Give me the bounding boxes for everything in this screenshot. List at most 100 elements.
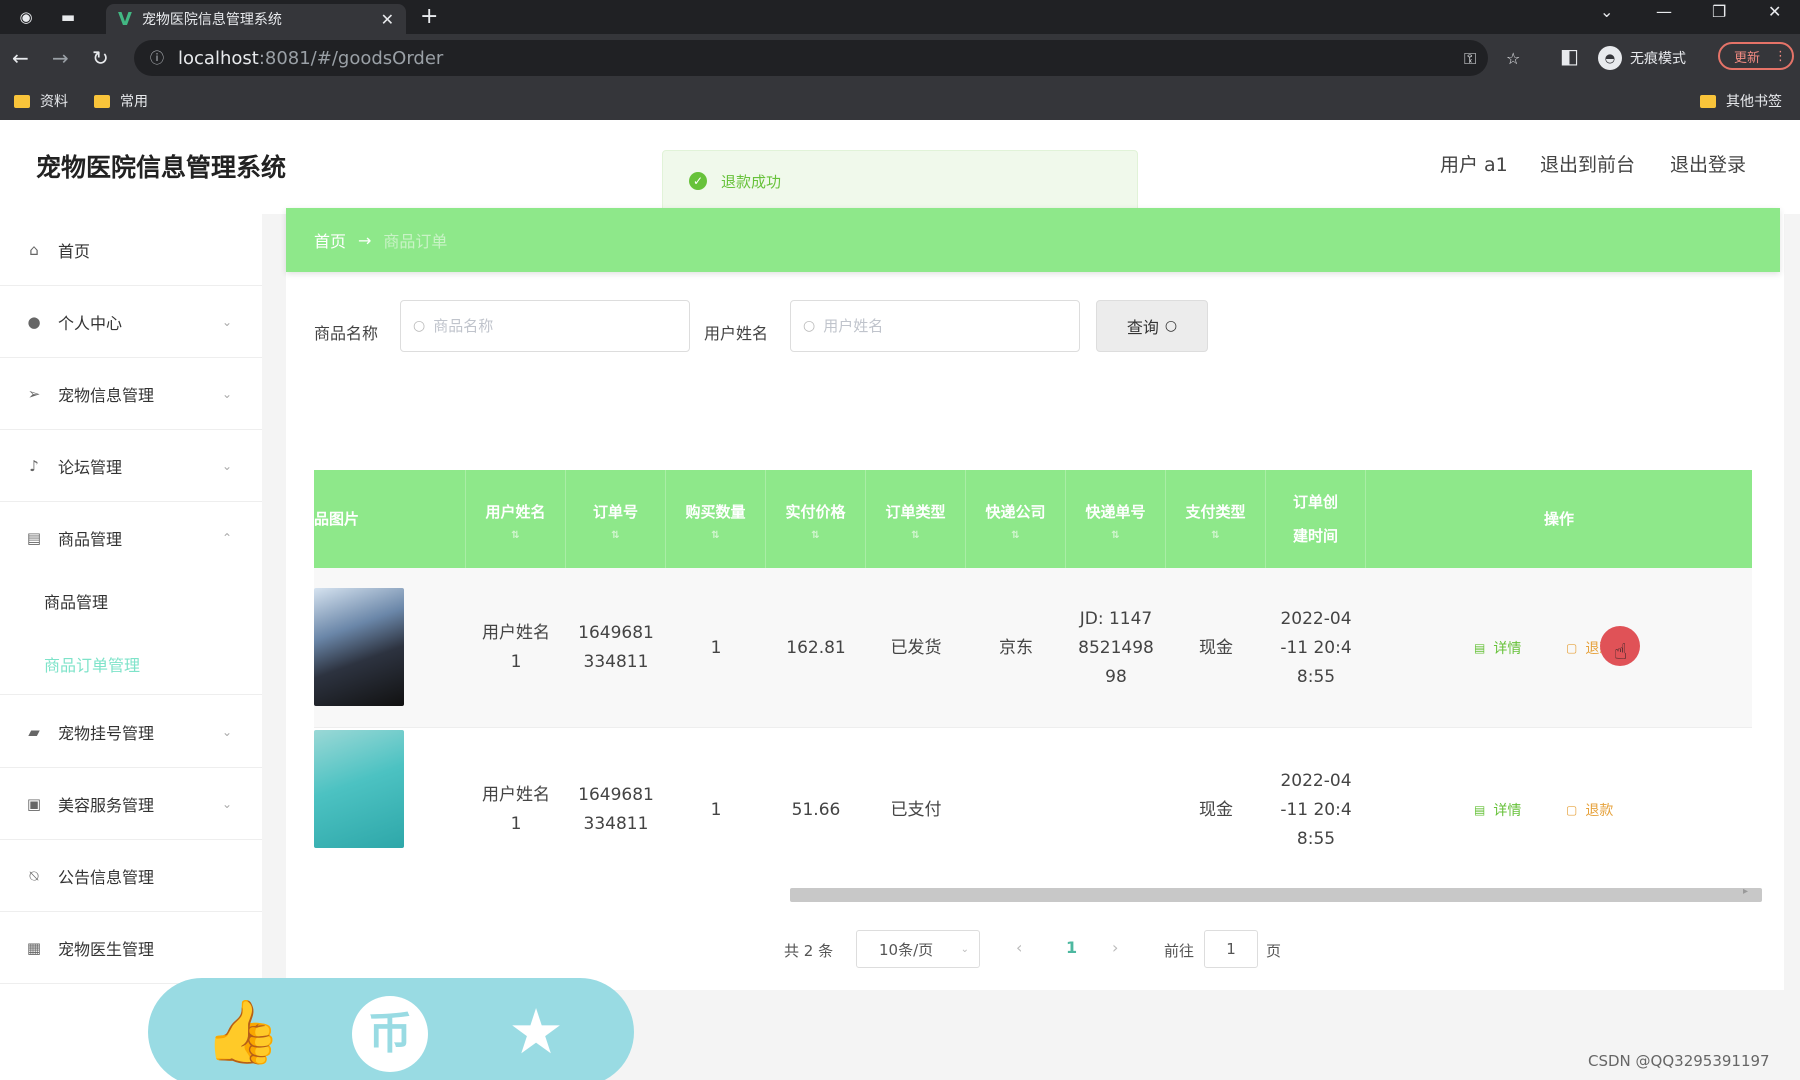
thumbs-up-icon[interactable]: 👍 (204, 996, 281, 1068)
sidebar-toggle-icon[interactable]: ◧ (1560, 44, 1579, 68)
scroll-right-icon[interactable]: ▸ (1743, 886, 1748, 897)
breadcrumb-home[interactable]: 首页 (314, 228, 346, 252)
col-goods-image[interactable]: 品图片 (314, 470, 466, 568)
submenu-goods-order[interactable]: 商品订单管理 (0, 633, 262, 695)
sort-icon: ⇅ (1211, 530, 1220, 541)
tab-close-icon[interactable]: ✕ (381, 10, 394, 29)
col-price[interactable]: 实付价格 ⇅ (766, 470, 866, 568)
cell-text: 8:55 (1296, 828, 1336, 849)
sidebar-item-forum[interactable]: ♪ 论坛管理 ⌄ (0, 430, 262, 502)
user-name-field[interactable]: ○ (790, 300, 1080, 352)
coin-icon[interactable]: 币 (352, 996, 428, 1072)
page-number-current[interactable]: 1 (1066, 938, 1077, 957)
address-bar[interactable]: ⓘ localhost :8081/#/goodsOrder ⚿ ☆ (134, 40, 1520, 76)
sidebar-item-notice[interactable]: ⍉ 公告信息管理 (0, 840, 262, 912)
cell-text: -11 20:4 (1280, 637, 1352, 658)
user-icon: ● (27, 312, 41, 331)
query-button[interactable]: 查询 ○ (1096, 300, 1208, 352)
page-size-select[interactable]: 10条/页 ⌄ (856, 930, 980, 968)
update-button[interactable]: 更新 ⋮ (1718, 42, 1794, 70)
sidebar-item-profile[interactable]: ● 个人中心 ⌄ (0, 286, 262, 358)
refund-button[interactable]: ▢ 退款 (1566, 800, 1613, 820)
detail-button[interactable]: ▤ 详情 (1474, 638, 1521, 658)
restore-icon[interactable]: ❐ (1712, 2, 1726, 21)
col-pay-type[interactable]: 支付类型 ⇅ (1166, 470, 1266, 568)
new-tab-icon[interactable]: + (420, 4, 438, 29)
bookmark-star-icon[interactable]: ☆ (1506, 49, 1520, 68)
sidebar-item-label: 首页 (58, 241, 91, 261)
goto-page-input[interactable]: 1 (1204, 930, 1258, 968)
col-user-name[interactable]: 用户姓名 ⇅ (466, 470, 566, 568)
col-order-type[interactable]: 订单类型 ⇅ (866, 470, 966, 568)
current-user-label: 用户 a1 (1440, 154, 1508, 176)
incognito-indicator[interactable]: ◓ 无痕模式 (1598, 46, 1686, 70)
sidebar-item-label: 论坛管理 (58, 457, 123, 477)
submenu-goods[interactable]: 商品管理 (0, 570, 262, 632)
kebab-menu-icon: ⋮ (1774, 48, 1788, 64)
bookmark-folder-1[interactable]: 资料 (14, 91, 68, 111)
sidebar-item-doctor[interactable]: ▦ 宠物医生管理 (0, 912, 262, 984)
success-toast: ✓ 退款成功 (662, 150, 1138, 212)
cell-text: 1 (510, 652, 522, 672)
cell-created-time: 2022-04 -11 20:4 8:55 (1266, 568, 1366, 728)
horizontal-scrollbar[interactable]: ▸ (314, 884, 1762, 902)
cell-text: 8:55 (1296, 666, 1336, 687)
cell-text: 334811 (583, 814, 649, 834)
cell-text: 1649681 (578, 785, 654, 805)
col-created-time[interactable]: 订单创建时间 (1266, 470, 1366, 568)
logout-link[interactable]: 退出登录 (1670, 150, 1746, 177)
sidebar-item-pet-info[interactable]: ➢ 宠物信息管理 ⌄ (0, 358, 262, 430)
prev-page-icon[interactable]: ‹ (1016, 938, 1022, 957)
column-label: 支付类型 (1185, 503, 1246, 521)
forward-icon[interactable]: → (52, 46, 69, 70)
col-courier[interactable]: 快递公司 ⇅ (966, 470, 1066, 568)
col-order-no[interactable]: 订单号 ⇅ (566, 470, 666, 568)
col-actions: 操作 (1366, 470, 1752, 568)
site-info-icon[interactable]: ⓘ (150, 48, 164, 68)
chevron-down-icon: ⌄ (221, 386, 232, 401)
back-to-front-link[interactable]: 退出到前台 (1540, 150, 1635, 177)
sidebar-item-home[interactable]: ⌂ 首页 (0, 214, 262, 286)
sidebar-item-label: 宠物信息管理 (58, 385, 155, 405)
back-icon[interactable]: ← (12, 46, 29, 70)
cell-tracking-no (1066, 730, 1166, 880)
key-icon[interactable]: ⚿ (1464, 49, 1476, 69)
browser-tab-active[interactable]: V 宠物医院信息管理系统 ✕ (106, 4, 406, 34)
cell-user-name: 用户姓名 1 (466, 568, 566, 728)
folder-icon (1700, 94, 1716, 108)
folder-icon (94, 94, 110, 108)
folder-icon (14, 94, 30, 108)
next-page-icon[interactable]: › (1112, 938, 1118, 957)
like-coin-favorite-overlay: 👍 币 ★ (148, 978, 634, 1080)
col-tracking-no[interactable]: 快递单号 ⇅ (1066, 470, 1166, 568)
scrollbar-thumb[interactable] (790, 888, 1762, 902)
goods-name-input[interactable] (433, 317, 664, 335)
goods-name-field[interactable]: ○ (400, 300, 690, 352)
other-bookmarks-folder[interactable]: 其他书签 (1700, 91, 1782, 111)
breadcrumb-separator: → (358, 230, 372, 250)
browser-menu-icon[interactable]: ◉ (16, 8, 36, 26)
detail-button[interactable]: ▤ 详情 (1474, 800, 1521, 820)
chat-icon: ▰ (28, 722, 40, 741)
cell-tracking-no: JD: 1147 8521498 98 (1066, 568, 1166, 728)
user-name-input[interactable] (823, 317, 1054, 335)
minimize-icon[interactable]: — (1656, 2, 1672, 21)
tab-list-chevron-icon[interactable]: ⌄ (1600, 2, 1613, 21)
bookmark-folder-2[interactable]: 常用 (94, 91, 148, 111)
star-icon[interactable]: ★ (500, 996, 572, 1068)
sidebar-item-beauty[interactable]: ▣ 美容服务管理 ⌄ (0, 768, 262, 840)
breadcrumb-current: 商品订单 (383, 232, 448, 251)
cell-quantity: 1 (710, 637, 722, 658)
window-close-icon[interactable]: ✕ (1768, 2, 1781, 21)
reload-icon[interactable]: ↻ (92, 46, 109, 70)
hand-cursor-icon: ☝ (1614, 640, 1628, 665)
goods-image-laptop (314, 588, 404, 706)
toast-message: 退款成功 (721, 172, 782, 191)
chevron-down-icon: ⌄ (221, 724, 232, 739)
sidebar-item-goods[interactable]: ▤ 商品管理 ⌃ (0, 502, 262, 574)
tab-search-icon[interactable]: ▬ (58, 8, 78, 26)
col-quantity[interactable]: 购买数量 ⇅ (666, 470, 766, 568)
sidebar-item-registration[interactable]: ▰ 宠物挂号管理 ⌄ (0, 696, 262, 768)
cell-text: 8521498 (1078, 637, 1154, 658)
browser-tab-strip: ◉ ▬ V 宠物医院信息管理系统 ✕ + ⌄ — ❐ ✕ (0, 0, 1800, 34)
